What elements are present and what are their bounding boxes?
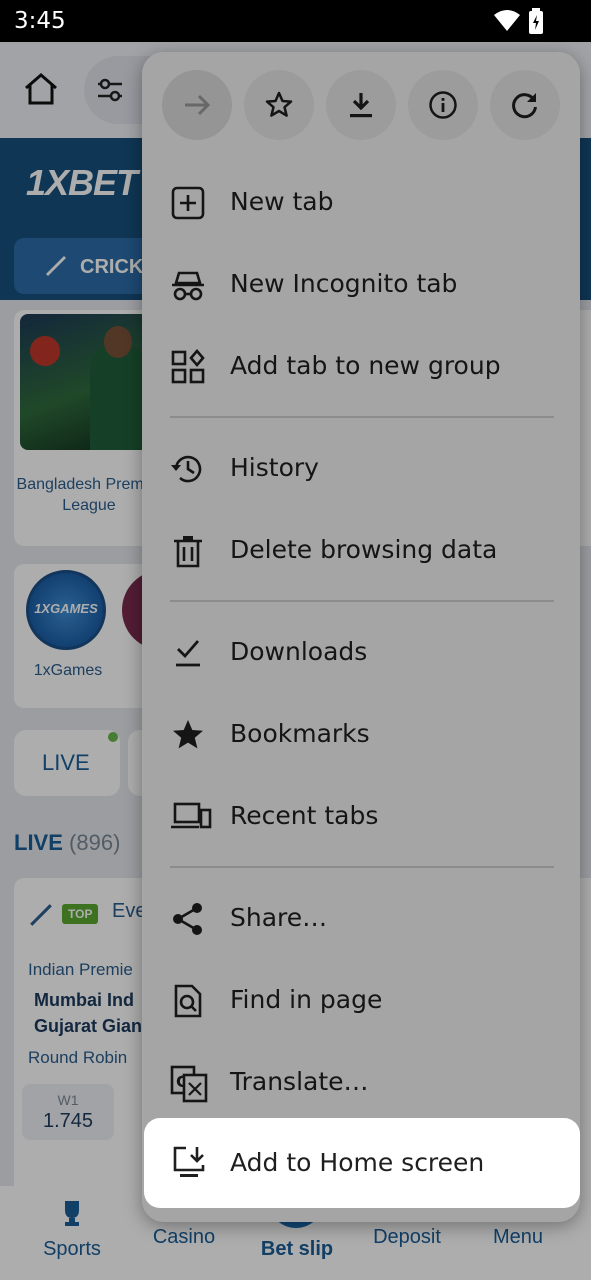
status-bar: 3:45 (0, 0, 591, 42)
menu-item-add-to-home-screen[interactable]: Add to Home screen (144, 1118, 580, 1208)
wifi-icon (494, 10, 520, 31)
menu-dim-overlay (142, 52, 580, 1222)
status-time: 3:45 (14, 8, 66, 34)
overflow-menu: New tab New Incognito tab Add tab to new… (142, 52, 580, 1222)
add-to-home-screen-icon (173, 1146, 205, 1177)
menu-item-label: Add to Home screen (230, 1148, 485, 1177)
battery-icon (529, 8, 543, 34)
